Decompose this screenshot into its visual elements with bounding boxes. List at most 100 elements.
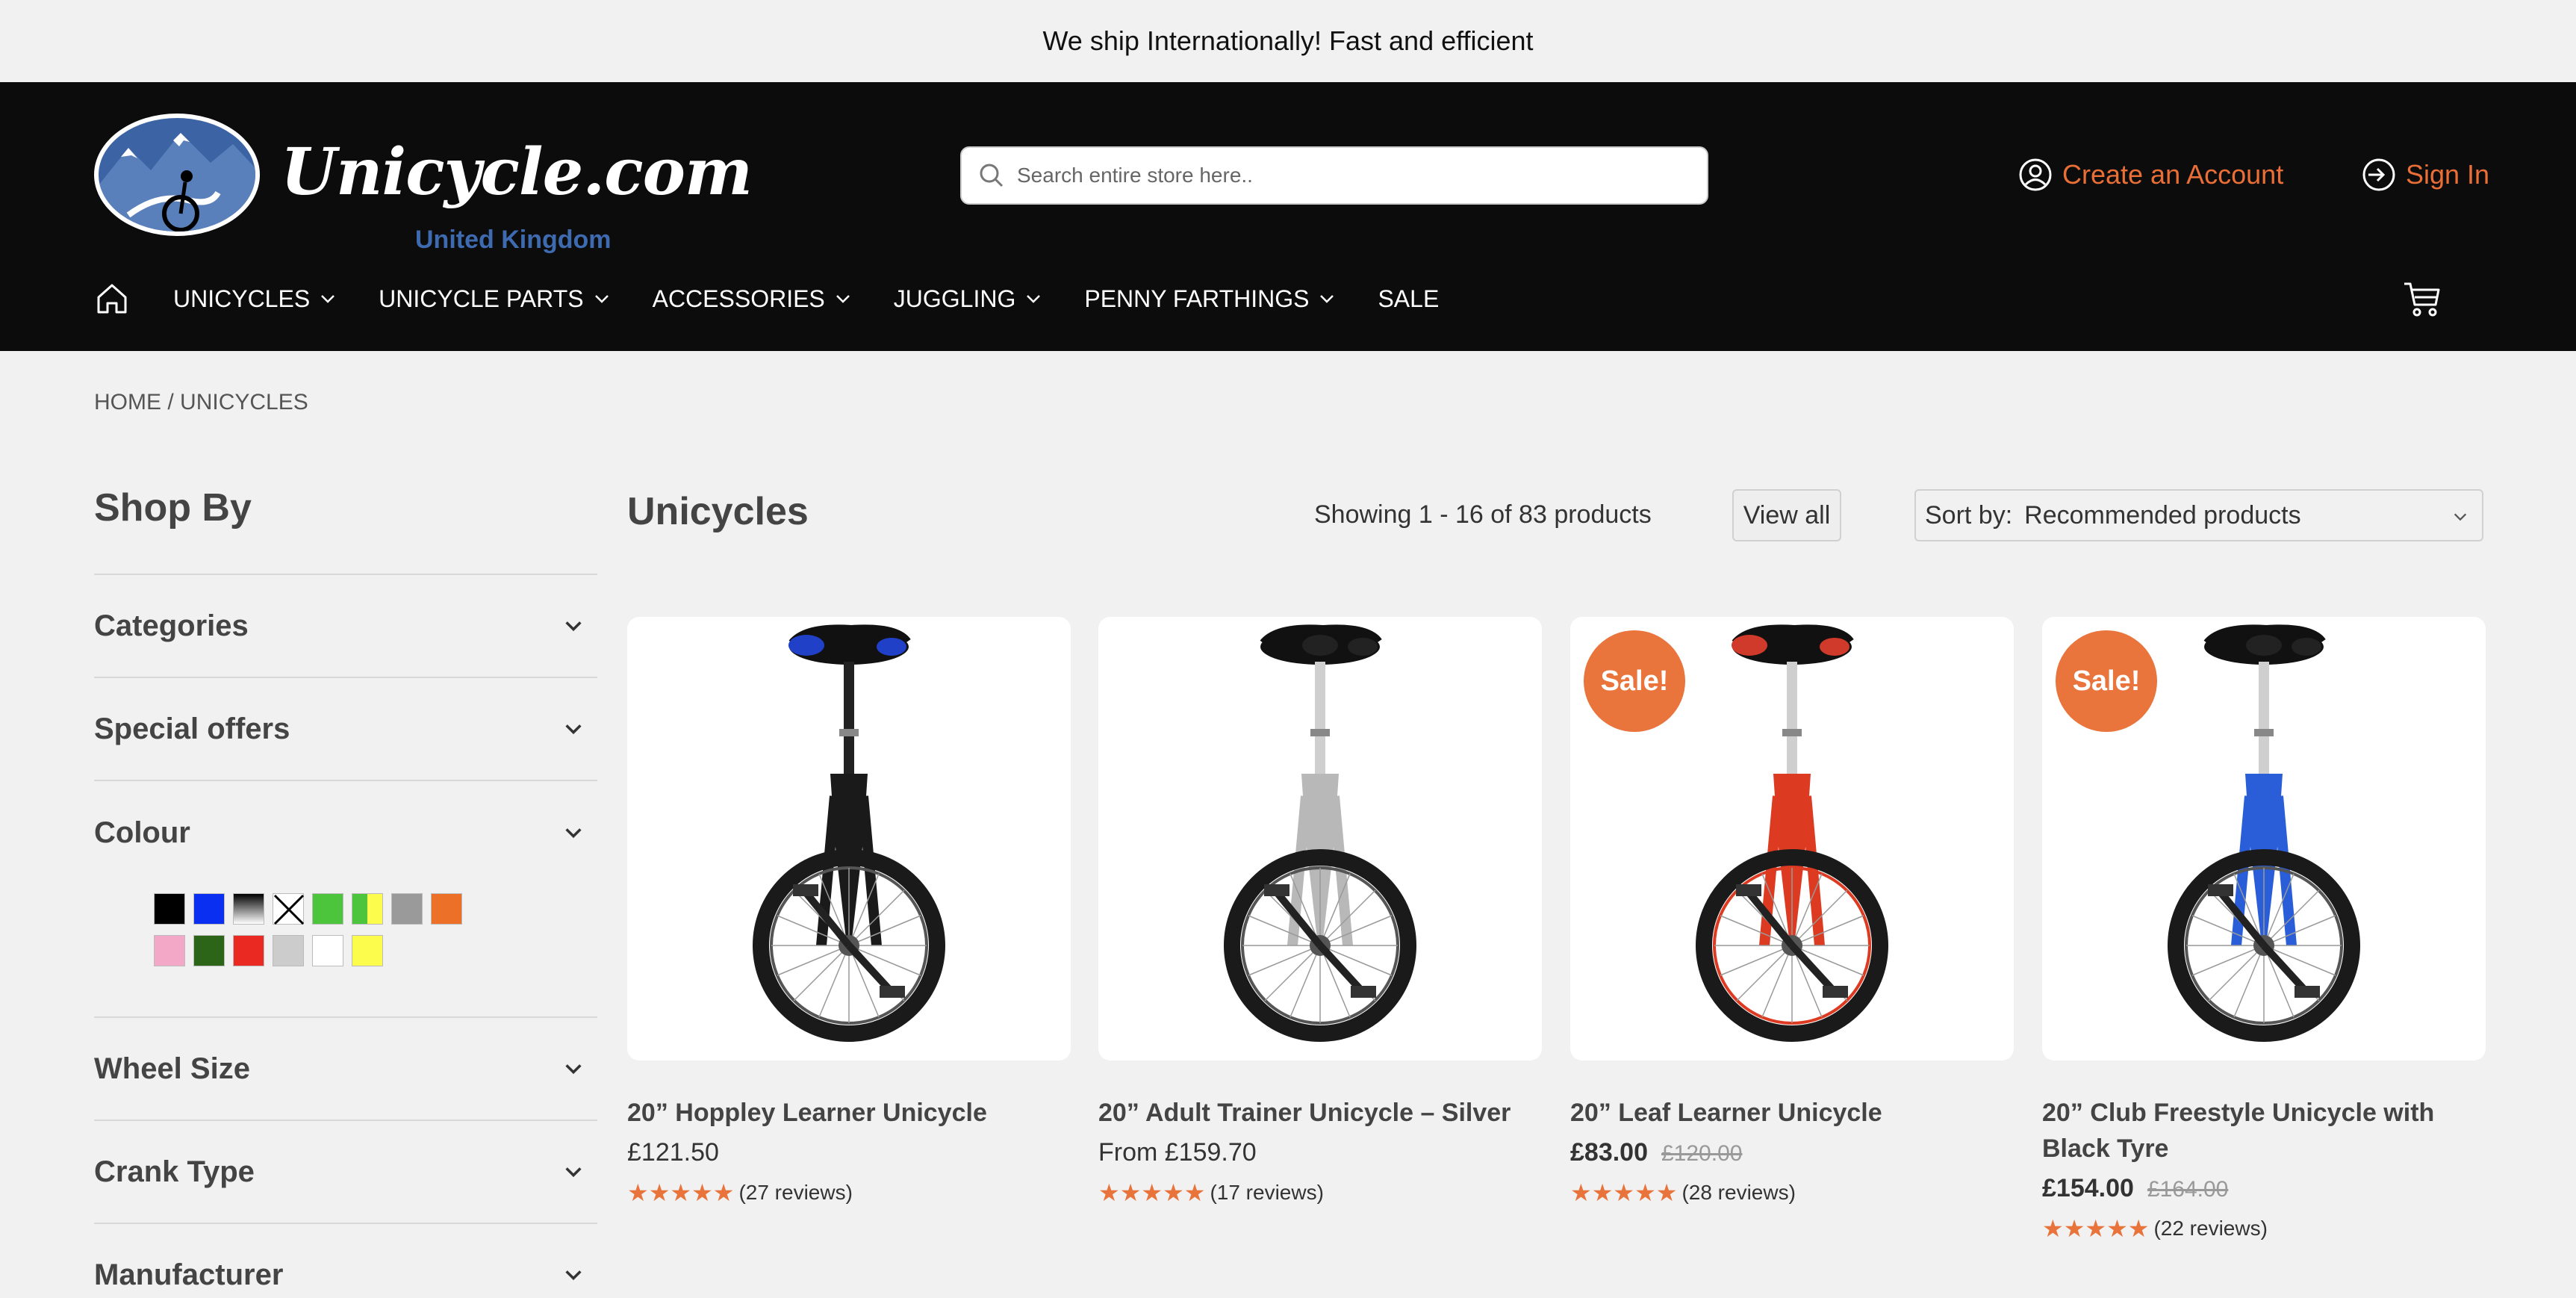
sign-in-link[interactable]: Sign In (2361, 154, 2489, 196)
product-card[interactable]: Sale! 20” Club Freestyle Unicycle with B… (2042, 617, 2486, 1240)
product-count: Showing 1 - 16 of 83 products (1314, 500, 1652, 529)
review-count: (22 reviews) (2153, 1217, 2268, 1240)
product-name[interactable]: 20” Hoppley Learner Unicycle (627, 1095, 1071, 1131)
star-icon: ★ (691, 1179, 713, 1206)
star-rating: ★ ★ ★ ★ ★ (2042, 1217, 2149, 1240)
colour-swatches (154, 893, 505, 977)
product-rating[interactable]: ★ ★ ★ ★ ★ (22 reviews) (2042, 1217, 2486, 1240)
colour-swatch[interactable] (352, 893, 383, 925)
chevron-down-icon (321, 295, 335, 303)
product-image-frame[interactable]: Sale! (1570, 617, 2014, 1061)
cart-icon[interactable] (2401, 278, 2443, 320)
star-icon: ★ (648, 1179, 671, 1206)
star-icon: ★ (1570, 1179, 1592, 1206)
logo-wordmark: Unicycle.com (281, 134, 753, 210)
product-image (1224, 624, 1416, 1042)
site-logo[interactable]: Unicycle.com United Kingdom (94, 114, 753, 255)
star-icon: ★ (1119, 1179, 1142, 1206)
star-icon: ★ (1183, 1179, 1206, 1206)
facet-categories[interactable]: Categories (94, 574, 597, 677)
home-icon[interactable] (94, 281, 130, 317)
product-image-frame[interactable]: Sale! (2042, 617, 2486, 1061)
product-rating[interactable]: ★ ★ ★ ★ ★ (27 reviews) (627, 1181, 1071, 1205)
review-count: (27 reviews) (738, 1181, 853, 1204)
sale-badge: Sale! (1584, 630, 1685, 732)
current-price: From £159.70 (1098, 1138, 1257, 1167)
nav-item-unicycles[interactable]: UNICYCLES (173, 285, 337, 313)
star-rating: ★ ★ ★ ★ ★ (627, 1181, 734, 1205)
colour-swatch[interactable] (193, 935, 225, 966)
colour-swatch[interactable] (352, 935, 383, 966)
product-price: £121.50 (627, 1138, 1071, 1167)
product-name[interactable]: 20” Leaf Learner Unicycle (1570, 1095, 2014, 1131)
nav-item-sale[interactable]: SALE (1378, 285, 1439, 313)
original-price: £164.00 (2147, 1177, 2229, 1202)
nav-item-accessories[interactable]: ACCESSORIES (653, 285, 852, 313)
chevron-down-icon (836, 295, 850, 303)
colour-swatch[interactable] (193, 893, 225, 925)
product-image-frame[interactable] (1098, 617, 1542, 1061)
user-icon (2019, 158, 2052, 191)
facet-manufacturer[interactable]: Manufacturer (94, 1223, 597, 1298)
product-price: £154.00 £164.00 (2042, 1174, 2486, 1203)
create-account-link[interactable]: Create an Account (2017, 154, 2283, 196)
facet-special-offers[interactable]: Special offers (94, 677, 597, 780)
facet-crank-type[interactable]: Crank Type (94, 1120, 597, 1223)
colour-swatch[interactable] (233, 893, 264, 925)
main-nav: UNICYCLES UNICYCLE PARTS ACCESSORIES JUG… (94, 269, 1481, 329)
sort-value: Recommended products (2024, 500, 2301, 530)
product-price: £83.00 £120.00 (1570, 1138, 2014, 1167)
product-rating[interactable]: ★ ★ ★ ★ ★ (28 reviews) (1570, 1181, 2014, 1205)
star-icon: ★ (2085, 1215, 2107, 1242)
product-image-frame[interactable] (627, 617, 1071, 1061)
colour-swatch[interactable] (154, 935, 185, 966)
product-name[interactable]: 20” Adult Trainer Unicycle – Silver (1098, 1095, 1542, 1131)
chevron-down-icon (1320, 295, 1334, 303)
sign-in-label: Sign In (2406, 159, 2490, 190)
star-icon: ★ (1163, 1179, 1184, 1206)
star-icon: ★ (1591, 1179, 1614, 1206)
product-price: From £159.70 (1098, 1138, 1542, 1167)
breadcrumb-current: UNICYCLES (180, 390, 308, 414)
current-price: £83.00 (1570, 1138, 1648, 1167)
star-icon: ★ (1613, 1179, 1635, 1206)
star-icon: ★ (1141, 1179, 1163, 1206)
star-icon: ★ (2042, 1215, 2064, 1242)
colour-swatch[interactable] (273, 935, 304, 966)
product-name[interactable]: 20” Club Freestyle Unicycle with Black T… (2042, 1095, 2486, 1167)
colour-swatch[interactable] (154, 893, 185, 925)
colour-swatch[interactable] (233, 935, 264, 966)
logo-emblem (94, 114, 260, 236)
current-price: £121.50 (627, 1138, 719, 1167)
facet-wheel-size[interactable]: Wheel Size (94, 1016, 597, 1120)
colour-swatch[interactable] (312, 935, 343, 966)
colour-swatch[interactable] (312, 893, 343, 925)
chevron-down-icon (565, 1167, 582, 1178)
facet-colour-header[interactable]: Colour (94, 781, 597, 884)
star-rating: ★ ★ ★ ★ ★ (1570, 1181, 1677, 1205)
search-input[interactable] (1017, 164, 1689, 187)
star-icon: ★ (2063, 1215, 2085, 1242)
colour-swatch[interactable] (431, 893, 462, 925)
current-price: £154.00 (2042, 1174, 2134, 1202)
nav-item-juggling[interactable]: JUGGLING (894, 285, 1043, 313)
review-count: (28 reviews) (1681, 1181, 1796, 1204)
product-card[interactable]: 20” Hoppley Learner Unicycle £121.50 ★ ★ ★… (627, 617, 1071, 1205)
filter-sidebar: Shop By Categories Special offers Colour… (94, 485, 597, 1298)
colour-swatch[interactable] (391, 893, 423, 925)
nav-item-unicycle-parts[interactable]: UNICYCLE PARTS (379, 285, 610, 313)
breadcrumb-home[interactable]: HOME (94, 390, 161, 414)
search-bar[interactable] (960, 146, 1708, 205)
product-card[interactable]: Sale! 20” Leaf Learner Unicycle £83.00 £1… (1570, 617, 2014, 1205)
sort-select[interactable]: Sort by: Recommended products (1914, 489, 2483, 541)
chevron-down-icon (565, 828, 582, 839)
nav-item-penny-farthings[interactable]: PENNY FARTHINGS (1084, 285, 1336, 313)
product-rating[interactable]: ★ ★ ★ ★ ★ (17 reviews) (1098, 1181, 1542, 1205)
view-all-button[interactable]: View all (1732, 489, 1841, 541)
colour-swatch[interactable] (273, 893, 305, 925)
product-card[interactable]: 20” Adult Trainer Unicycle – Silver From… (1098, 617, 1542, 1205)
star-rating: ★ ★ ★ ★ ★ (1098, 1181, 1205, 1205)
star-icon: ★ (2127, 1215, 2150, 1242)
create-account-label: Create an Account (2062, 159, 2284, 190)
star-icon: ★ (1655, 1179, 1678, 1206)
